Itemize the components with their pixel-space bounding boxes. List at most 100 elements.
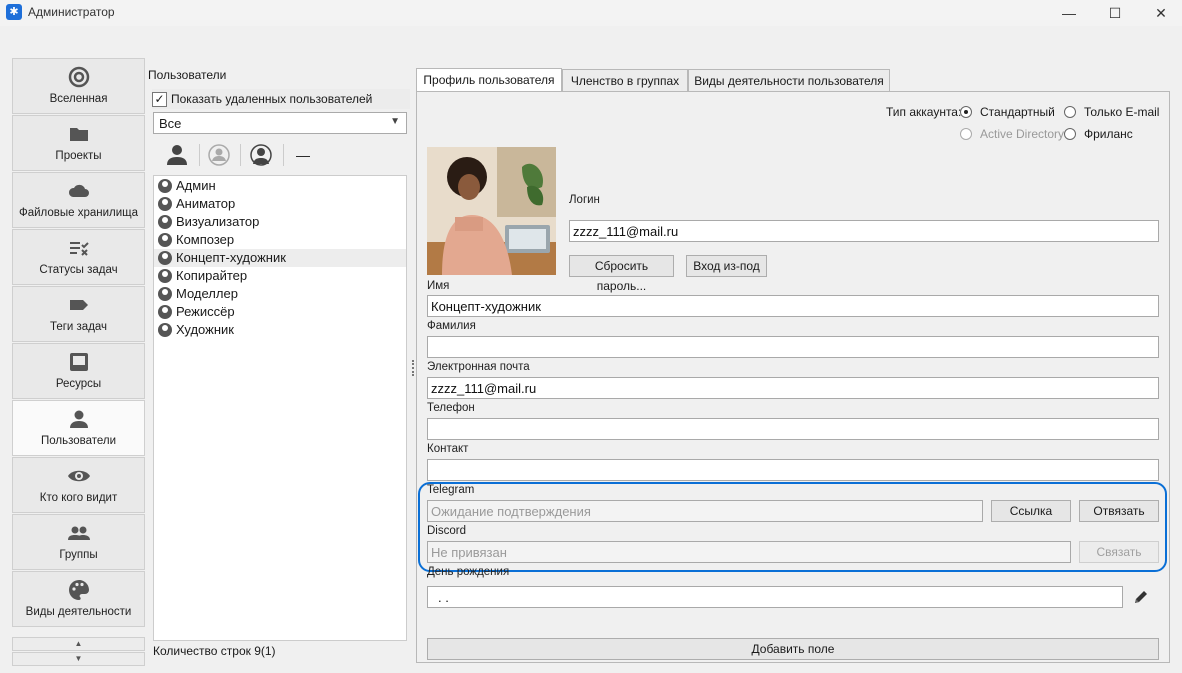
login-label: Логин xyxy=(569,194,600,206)
window-title: Администратор xyxy=(28,5,115,19)
status-list-icon xyxy=(69,242,89,256)
list-item[interactable]: Админ xyxy=(154,177,406,195)
palette-icon xyxy=(68,580,89,600)
list-item-selected[interactable]: Концепт-художник xyxy=(154,249,406,267)
user-profile-button[interactable] xyxy=(241,142,281,168)
user-list[interactable]: Админ Аниматор Визуализатор Композер Кон… xyxy=(153,175,407,641)
login-value: zzzz_111@mail.ru xyxy=(573,224,679,239)
nav-scroll-up-button[interactable]: ▲ xyxy=(12,637,145,651)
phone-field[interactable] xyxy=(427,418,1159,440)
nav-label: Проекты xyxy=(55,150,102,162)
nav-label: Группы xyxy=(59,549,98,561)
reset-password-button[interactable]: Сбросить пароль... xyxy=(569,255,674,293)
tab-user-profile[interactable]: Профиль пользователя xyxy=(416,68,562,92)
nav-item-visibility[interactable]: Кто кого видит xyxy=(12,457,145,513)
show-deleted-checkbox-row[interactable]: ✓ Показать удаленных пользователей xyxy=(152,89,410,109)
user-filter-select[interactable]: Все ▼ xyxy=(153,112,407,134)
login-field[interactable]: zzzz_111@mail.ru xyxy=(569,220,1159,242)
user-name: Режиссёр xyxy=(176,304,235,319)
tag-icon xyxy=(69,300,88,310)
nav-label: Ресурсы xyxy=(55,378,102,390)
row-count-label: Количество строк 9(1) xyxy=(153,644,276,658)
birthday-label: День рождения xyxy=(427,566,510,578)
nav-label: Вселенная xyxy=(49,93,108,105)
user-name: Моделлер xyxy=(176,286,238,301)
account-type-standard-label: Стандартный xyxy=(980,105,1055,119)
nav-item-task-tags[interactable]: Теги задач xyxy=(12,286,145,342)
nav-item-activities[interactable]: Виды деятельности xyxy=(12,571,145,627)
user-avatar-icon xyxy=(158,287,172,301)
nav-label: Виды деятельности xyxy=(25,606,132,618)
user-avatar-icon xyxy=(158,233,172,247)
chevron-down-icon: ▼ xyxy=(390,116,400,127)
contact-label: Контакт xyxy=(427,443,469,455)
tab-group-membership[interactable]: Членство в группах xyxy=(562,69,688,91)
user-avatar-icon xyxy=(158,215,172,229)
app-logo-icon: ✱ xyxy=(6,4,22,20)
name-field[interactable]: Концепт-художник xyxy=(427,295,1159,317)
surname-label: Фамилия xyxy=(427,320,476,332)
nav-item-projects[interactable]: Проекты xyxy=(12,115,145,171)
user-circle-icon xyxy=(250,144,272,166)
list-item[interactable]: Аниматор xyxy=(154,195,406,213)
spiral-icon xyxy=(68,66,89,88)
user-name: Художник xyxy=(176,322,234,337)
name-label: Имя xyxy=(427,280,450,292)
user-disabled-icon xyxy=(208,144,230,166)
list-item[interactable]: Композер xyxy=(154,231,406,249)
nav-item-universe[interactable]: Вселенная xyxy=(12,58,145,114)
account-type-freelance-label: Фриланс xyxy=(1084,127,1133,141)
nav-scroll-down-button[interactable]: ▼ xyxy=(12,652,145,666)
user-avatar-icon xyxy=(158,269,172,283)
users-panel-title: Пользователи xyxy=(148,68,227,82)
maximize-button[interactable]: ☐ xyxy=(1092,0,1138,26)
birthday-value: . . xyxy=(438,590,449,605)
cloud-icon xyxy=(68,184,89,197)
contact-field[interactable] xyxy=(427,459,1159,481)
minimize-button[interactable]: — xyxy=(1046,0,1092,26)
disable-user-button[interactable] xyxy=(199,142,239,168)
user-filter-value: Все xyxy=(159,116,182,131)
nav-item-resources[interactable]: Ресурсы xyxy=(12,343,145,399)
birthday-field[interactable]: . . xyxy=(427,586,1123,608)
account-type-email-only-radio[interactable] xyxy=(1064,106,1076,118)
nav-item-groups[interactable]: Группы xyxy=(12,514,145,570)
account-type-standard-radio[interactable] xyxy=(960,106,972,118)
list-item[interactable]: Визуализатор xyxy=(154,213,406,231)
close-button[interactable]: ✕ xyxy=(1138,0,1182,26)
name-value: Концепт-художник xyxy=(431,299,541,314)
list-item[interactable]: Моделлер xyxy=(154,285,406,303)
show-deleted-checkbox[interactable]: ✓ xyxy=(152,92,167,107)
nav-label: Пользователи xyxy=(40,435,117,447)
messenger-highlight-frame xyxy=(418,482,1167,572)
user-avatar-icon xyxy=(158,179,172,193)
folder-icon xyxy=(69,128,88,141)
nav-item-task-statuses[interactable]: Статусы задач xyxy=(12,229,145,285)
user-name: Админ xyxy=(176,178,216,193)
account-type-freelance-radio[interactable] xyxy=(1064,128,1076,140)
list-item[interactable]: Художник xyxy=(154,321,406,339)
nav-label: Файловые хранилища xyxy=(18,207,139,219)
nav-item-users[interactable]: Пользователи xyxy=(12,400,145,456)
list-item[interactable]: Режиссёр xyxy=(154,303,406,321)
add-user-button[interactable] xyxy=(157,142,197,168)
add-field-button[interactable]: Добавить поле xyxy=(427,638,1159,660)
show-deleted-label: Показать удаленных пользователей xyxy=(171,92,373,106)
remove-user-button[interactable]: — xyxy=(283,142,323,168)
nav-item-file-storage[interactable]: Файловые хранилища xyxy=(12,172,145,228)
email-value: zzzz_111@mail.ru xyxy=(431,381,537,396)
edit-birthday-button[interactable] xyxy=(1132,588,1150,606)
tab-user-activities[interactable]: Виды деятельности пользователя xyxy=(688,69,890,91)
add-user-icon xyxy=(167,145,187,165)
email-field[interactable]: zzzz_111@mail.ru xyxy=(427,377,1159,399)
account-type-label: Тип аккаунта: xyxy=(886,105,962,119)
nav-label: Теги задач xyxy=(49,321,108,333)
list-item[interactable]: Копирайтер xyxy=(154,267,406,285)
account-type-ad-radio xyxy=(960,128,972,140)
inbox-icon xyxy=(69,353,88,371)
user-name: Копирайтер xyxy=(176,268,248,283)
user-photo[interactable] xyxy=(427,147,556,275)
surname-field[interactable] xyxy=(427,336,1159,358)
account-type-ad-label: Active Directory xyxy=(980,127,1065,141)
login-as-button[interactable]: Вход из-под xyxy=(686,255,767,277)
